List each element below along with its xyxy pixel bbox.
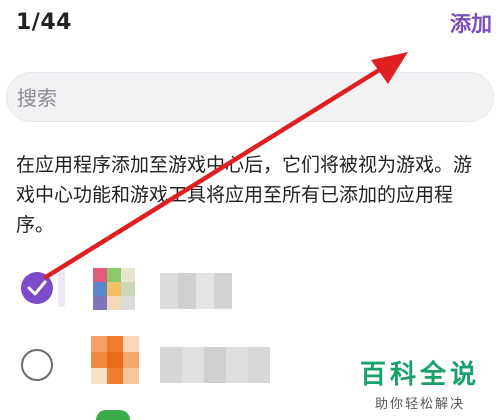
- watermark: 百科全说 助你轻松解决: [350, 354, 490, 412]
- watermark-subtitle: 助你轻松解决: [374, 397, 465, 412]
- watermark-title: 百科全说: [359, 360, 480, 390]
